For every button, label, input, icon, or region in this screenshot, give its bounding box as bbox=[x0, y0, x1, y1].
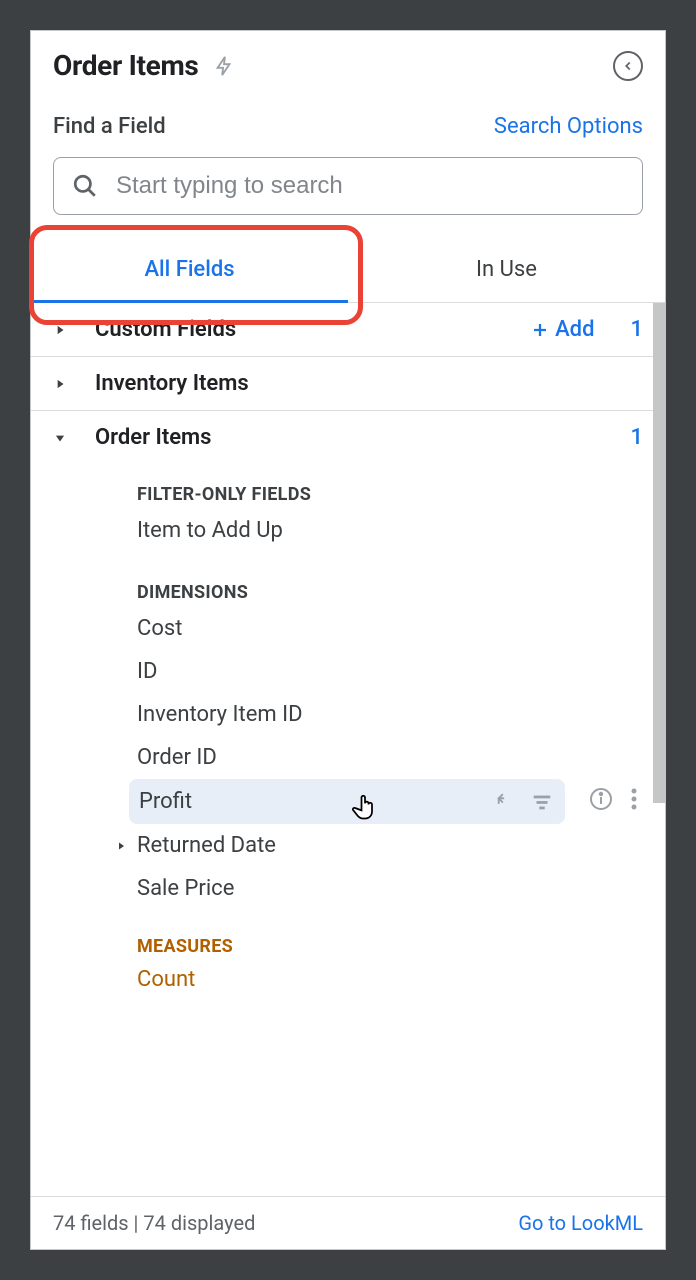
find-label: Find a Field bbox=[53, 114, 166, 139]
category-measures: MEASURES bbox=[31, 910, 665, 961]
find-row: Find a Field Search Options bbox=[31, 90, 665, 149]
section-label: Inventory Items bbox=[95, 371, 643, 396]
category-dimensions: DIMENSIONS bbox=[31, 552, 665, 607]
search-box[interactable] bbox=[53, 157, 643, 215]
field-id[interactable]: ID bbox=[31, 650, 665, 693]
chevron-right-icon bbox=[115, 840, 137, 852]
filter-icon[interactable] bbox=[531, 791, 553, 813]
field-inventory-item-id[interactable]: Inventory Item ID bbox=[31, 693, 665, 736]
add-custom-field-button[interactable]: Add bbox=[531, 317, 594, 342]
more-icon[interactable] bbox=[631, 788, 637, 810]
tabs: All Fields In Use bbox=[31, 237, 665, 303]
collapse-button[interactable] bbox=[613, 51, 643, 81]
chevron-down-icon bbox=[53, 431, 77, 445]
chevron-right-icon bbox=[53, 377, 77, 391]
field-count[interactable]: Count bbox=[31, 961, 665, 998]
panel-header: Order Items bbox=[31, 31, 665, 90]
search-options-link[interactable]: Search Options bbox=[494, 114, 643, 139]
goto-lookml-link[interactable]: Go to LookML bbox=[518, 1211, 643, 1235]
footer: 74 fields | 74 displayed Go to LookML bbox=[31, 1196, 665, 1249]
field-row-actions bbox=[589, 787, 637, 811]
bolt-icon[interactable] bbox=[213, 52, 235, 80]
chevron-right-icon bbox=[53, 323, 77, 337]
field-cost[interactable]: Cost bbox=[31, 607, 665, 650]
search-input[interactable] bbox=[116, 172, 624, 200]
section-count: 1 bbox=[630, 317, 643, 342]
field-picker-panel: Order Items Find a Field Search Options … bbox=[30, 30, 666, 1250]
field-profit[interactable]: Profit bbox=[129, 779, 565, 824]
field-stats: 74 fields | 74 displayed bbox=[53, 1211, 255, 1235]
search-icon bbox=[72, 173, 98, 199]
field-order-id[interactable]: Order ID bbox=[31, 736, 665, 779]
pivot-icon[interactable] bbox=[495, 791, 517, 813]
scrollbar[interactable] bbox=[653, 303, 665, 803]
section-inventory-items[interactable]: Inventory Items bbox=[31, 357, 665, 411]
tab-all-fields[interactable]: All Fields bbox=[31, 237, 348, 302]
field-item-to-add-up[interactable]: Item to Add Up bbox=[31, 509, 665, 552]
section-custom-fields[interactable]: Custom Fields Add 1 bbox=[31, 303, 665, 357]
section-label: Order Items bbox=[95, 425, 594, 450]
field-sale-price[interactable]: Sale Price bbox=[31, 867, 665, 910]
field-list[interactable]: Custom Fields Add 1 Inventory Items Orde… bbox=[31, 303, 665, 1196]
info-icon[interactable] bbox=[589, 787, 613, 811]
section-label: Custom Fields bbox=[95, 317, 531, 342]
category-filter-only: FILTER-ONLY FIELDS bbox=[31, 464, 665, 509]
tab-in-use[interactable]: In Use bbox=[348, 237, 665, 302]
section-order-items[interactable]: Order Items 1 bbox=[31, 411, 665, 464]
section-count: 1 bbox=[630, 425, 643, 450]
field-returned-date[interactable]: Returned Date bbox=[31, 824, 665, 867]
page-title: Order Items bbox=[53, 49, 199, 82]
